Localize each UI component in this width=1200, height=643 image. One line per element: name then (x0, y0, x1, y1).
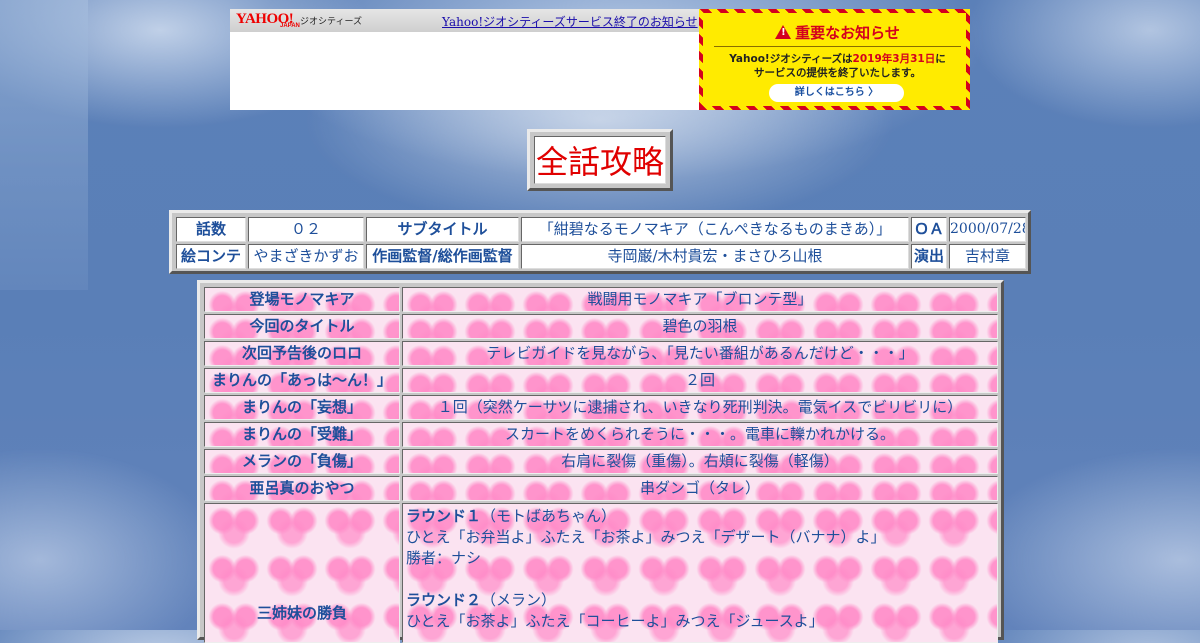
row-label-monomachia: 登場モノマキア (204, 287, 400, 312)
storyboard-value: やまざきかずお (248, 244, 364, 269)
row-value-sisters-match: ラウンド１（モトばあちゃん） ひとえ「お弁当よ」ふたえ「お茶よ」みつえ「デザート… (402, 503, 998, 643)
row-label-injury: メランの「負傷」 (204, 449, 400, 474)
subtitle-value: 「紺碧なるモノマキア（こんぺきなるものまきあ）」 (521, 217, 909, 242)
episode-value: ０２ (248, 217, 364, 242)
animation-director-value: 寺岡巌/木村貴宏・まさひろ山根 (521, 244, 909, 269)
row-value-ordeal: スカートをめくられそうに・・・。電車に轢かれかける。 (402, 422, 998, 447)
page-title: 全話攻略 (534, 136, 666, 184)
row-label-episode-title: 今回のタイトル (204, 314, 400, 339)
director-value: 吉村章 (949, 244, 1026, 269)
storyboard-label: 絵コンテ (176, 244, 246, 269)
notice-stripe-border (699, 9, 970, 110)
row-value-injury: 右肩に裂傷（重傷）。右頬に裂傷（軽傷） (402, 449, 998, 474)
row-label-ahhan: まりんの「あっは～ん！」 (204, 368, 400, 393)
episode-details-table: 登場モノマキア 戦闘用モノマキア「ブロンテ型」 今回のタイトル 碧色の羽根 次回… (197, 280, 1004, 643)
row-label-ordeal: まりんの「受難」 (204, 422, 400, 447)
page-title-frame: 全話攻略 (527, 129, 673, 191)
oa-date: 2000/07/28 (949, 217, 1026, 242)
row-value-fantasy: １回（突然ケーサツに逮捕され、いきなり死刑判決。電気イスでビリビリに） (402, 395, 998, 420)
round1-detail: ひとえ「お弁当よ」ふたえ「お茶よ」みつえ「デザート（バナナ）よ」 (406, 528, 886, 546)
row-value-ahhan: ２回 (402, 368, 998, 393)
row-value-snack: 串ダンゴ（タレ） (402, 476, 998, 501)
round2-line: ラウンド２（メラン） (406, 591, 557, 609)
yahoo-japan-label: JAPAN (280, 23, 300, 29)
geocities-label: ジオシティーズ (300, 17, 363, 27)
round1-winner: 勝者：ナシ (406, 549, 482, 567)
row-value-monomachia: 戦闘用モノマキア「ブロンテ型」 (402, 287, 998, 312)
animation-director-label: 作画監督/総作画監督 (366, 244, 519, 269)
row-label-fantasy: まりんの「妄想」 (204, 395, 400, 420)
episode-label: 話数 (176, 217, 246, 242)
row-label-snack: 亜呂真のおやつ (204, 476, 400, 501)
subtitle-label: サブタイトル (366, 217, 519, 242)
row-value-episode-title: 碧色の羽根 (402, 314, 998, 339)
oa-label: ＯＡ (911, 217, 947, 242)
episode-info-table: 話数 ０２ サブタイトル 「紺碧なるモノマキア（こんぺきなるものまきあ）」 ＯＡ… (169, 210, 1031, 274)
row-value-roro: テレビガイドを見ながら、「見たい番組があるんだけど・・・」 (402, 341, 998, 366)
background-cloud-left (0, 0, 88, 290)
row-label-sisters-match: 三姉妹の勝負 (204, 503, 400, 643)
service-end-link[interactable]: Yahoo!ジオシティーズサービス終了のお知らせ (442, 13, 698, 30)
director-label: 演出 (911, 244, 947, 269)
row-label-roro: 次回予告後のロロ (204, 341, 400, 366)
ad-banner: YAHOO! JAPAN ジオシティーズ Yahoo!ジオシティーズサービス終了… (230, 9, 970, 110)
round1-line: ラウンド１（モトばあちゃん） (406, 507, 617, 525)
round2-detail: ひとえ「お茶よ」ふたえ「コーヒーよ」みつえ「ジュースよ」 (406, 612, 824, 630)
